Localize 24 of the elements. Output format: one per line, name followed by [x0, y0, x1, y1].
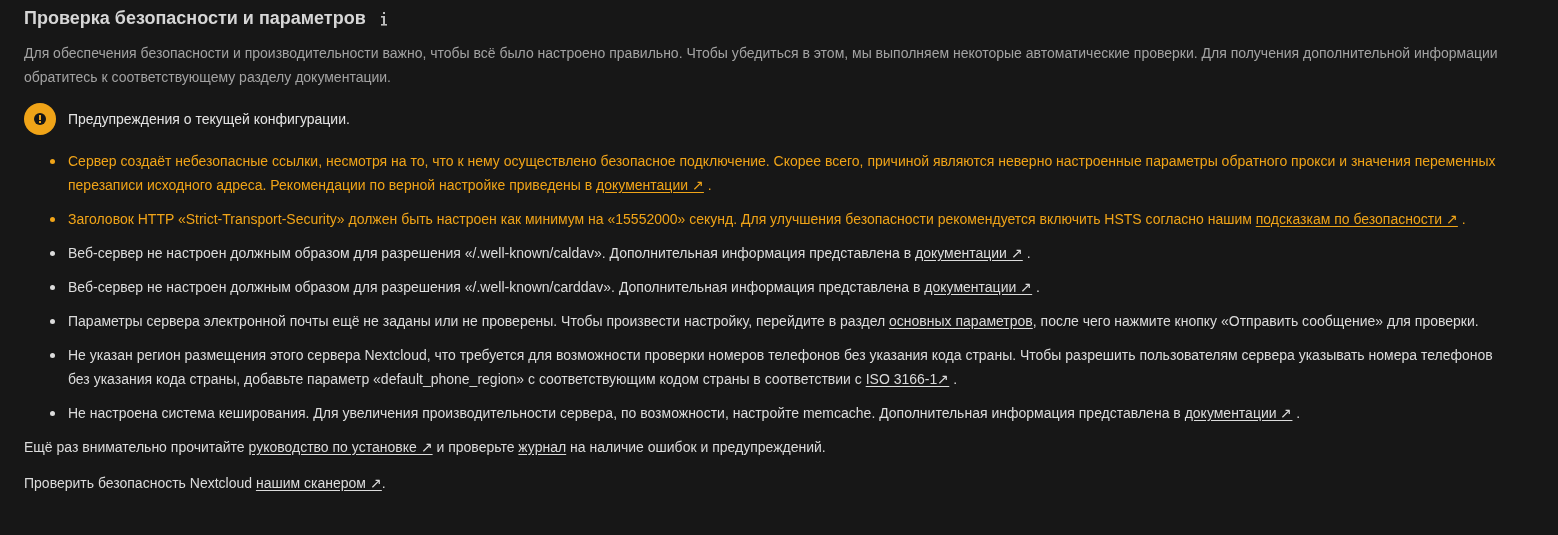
warning-message: Параметры сервера электронной почты ещё не заданы или не проверены. Чтобы произвести настройку, перейдите в раздел основных параметров, после чего нажмите кнопку «Отправить сообщение» для проверки.: [68, 312, 1480, 331]
warnings-heading: Предупреждения о текущей конфигурации.: [68, 110, 350, 129]
link[interactable]: документации ↗: [924, 279, 1033, 295]
warning-message: Сервер создаёт небезопасные ссылки, несмотря на то, что к нему осуществлено безопасное подключение. Скорее всего, причиной являются неверно настроенные параметры обратного прокси и значения переменных перезаписи исходного адреса. Рекомендации по верной настройке приведены в документации ↗ .: [68, 152, 1497, 195]
warning-icon: [24, 103, 56, 135]
warning-message: Веб-сервер не настроен должным образом для разрешения «/.well-known/carddav». Дополнительная информация представлена в документации ↗ .: [68, 278, 1041, 297]
warning-message: Заголовок HTTP «Strict-Transport-Security» должен быть настроен как минимум на «15552000» секунд. Для улучшения безопасности рекомендуется включить HSTS согласно нашим подсказкам по безопасности ↗ .: [68, 210, 1467, 229]
link[interactable]: нашим сканером ↗: [255, 475, 382, 491]
link[interactable]: руководство по установке ↗: [248, 439, 433, 455]
warning-message: Не указан регион размещения этого сервера Nextcloud, что требуется для возможности проверки номеров телефонов без указания кода страны. Чтобы разрешить пользователям сервера указывать номера телефонов без указания кода страны, добавьте параметр «default_phone_region» с соответствующим кодом страны в соответствии с ISO 3166-1↗ .: [68, 346, 1494, 389]
link[interactable]: документации ↗: [596, 177, 704, 193]
link[interactable]: основных параметров: [889, 313, 1033, 329]
section-description: Для обеспечения безопасности и производительности важно, чтобы всё было настроено правильно. Чтобы убедиться в этом, мы выполняем некоторые автоматические проверки. Для получения дополнительной информации обратитесь к соответствующему разделу документации.: [24, 44, 1499, 87]
link[interactable]: журнал: [518, 439, 567, 455]
link[interactable]: подсказкам по безопасности ↗: [1255, 211, 1458, 227]
section-title: Проверка безопасности и параметров: [24, 8, 366, 29]
link[interactable]: ISO 3166-1↗: [865, 371, 950, 387]
link[interactable]: документации ↗: [1184, 405, 1293, 421]
link[interactable]: документации ↗: [915, 245, 1023, 261]
warning-message: Не настроена система кеширования. Для увеличения производительности сервера, по возможности, настройте memcache. Дополнительная информация представлена в документации ↗ .: [68, 404, 1302, 423]
help-text: Проверить безопасность Nextcloud нашим сканером ↗.: [24, 474, 387, 493]
info-icon[interactable]: [379, 11, 388, 26]
help-text: Ещё раз внимательно прочитайте руководство по установке ↗ и проверьте журнал на наличие ошибок и предупреждений.: [24, 438, 827, 457]
warning-message: Веб-сервер не настроен должным образом для разрешения «/.well-known/caldav». Дополнительная информация представлена в документации ↗ .: [68, 244, 1032, 263]
